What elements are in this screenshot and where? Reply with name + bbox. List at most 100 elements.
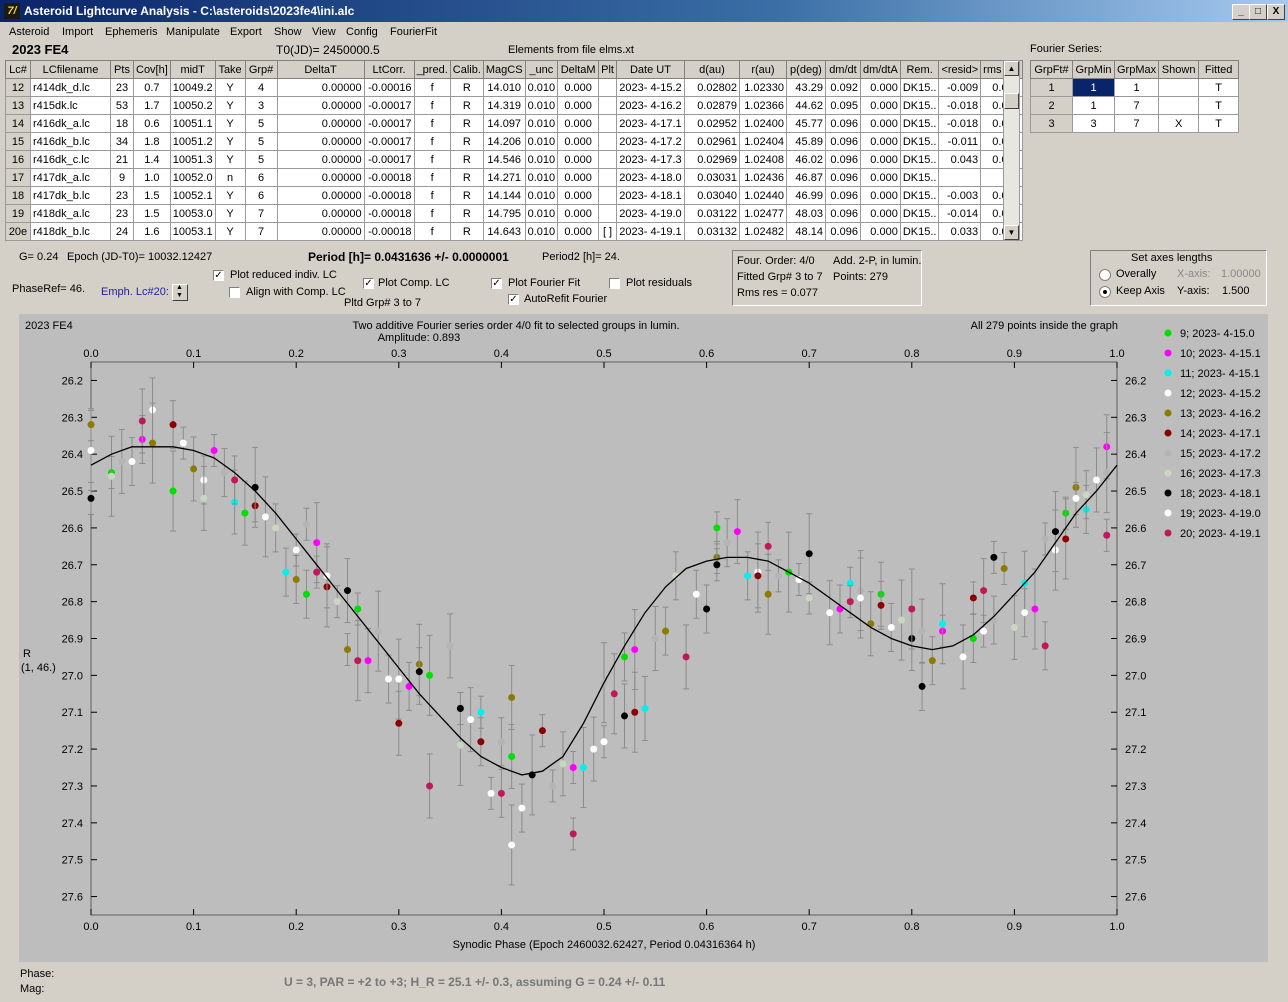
data-point[interactable] <box>733 528 741 536</box>
table-cell[interactable]: 14.206 <box>482 132 526 151</box>
table-cell[interactable]: 0.000 <box>859 222 901 241</box>
data-point[interactable] <box>990 616 998 624</box>
column-header[interactable]: Shown <box>1158 60 1200 79</box>
column-header[interactable]: d(au) <box>683 60 740 79</box>
table-cell[interactable]: r416dk_b.lc <box>30 132 111 151</box>
table-cell[interactable]: T <box>1198 114 1240 133</box>
table-cell[interactable]: f <box>413 132 451 151</box>
data-point[interactable] <box>980 587 988 595</box>
scroll-up-icon[interactable]: ▲ <box>1004 61 1019 76</box>
table-cell[interactable]: f <box>413 204 451 223</box>
data-point[interactable] <box>292 546 300 554</box>
plot-comp-checkbox[interactable]: ✓ <box>363 278 374 289</box>
table-cell[interactable]: 1.5 <box>133 204 171 223</box>
column-header[interactable]: _unc <box>524 60 559 79</box>
data-point[interactable] <box>87 421 95 429</box>
table-cell[interactable]: 10052.1 <box>169 186 216 205</box>
row-header[interactable]: 16 <box>5 150 31 169</box>
lightcurve-row[interactable]: 18 r417dk_b.lc 23 1.5 10052.1 Y 6 0.00000 -0.000… <box>5 186 1023 205</box>
table-cell[interactable]: 0.096 <box>824 204 861 223</box>
data-point[interactable] <box>774 572 782 580</box>
data-point[interactable] <box>426 671 434 679</box>
table-cell[interactable]: 43.29 <box>785 78 826 97</box>
data-point[interactable] <box>898 616 906 624</box>
data-point[interactable] <box>887 623 895 631</box>
lightcurve-row[interactable]: 15 r416dk_b.lc 34 1.8 10051.2 Y 5 0.00000 -0.000… <box>5 132 1023 151</box>
data-point[interactable] <box>210 446 218 454</box>
table-cell[interactable]: 10051.2 <box>169 132 216 151</box>
column-header[interactable]: Pts <box>110 60 134 79</box>
table-cell[interactable]: -0.00017 <box>363 150 415 169</box>
table-cell[interactable]: -0.009 <box>938 78 982 97</box>
lightcurve-table[interactable]: Lc# LCfilename Pts Cov[h] midT Take Grp# DeltaT… <box>5 60 1023 241</box>
keep-axis-radio[interactable] <box>1099 286 1111 298</box>
fourier-row[interactable]: 111T <box>1030 78 1240 97</box>
table-cell[interactable]: 24 <box>110 222 134 241</box>
table-cell[interactable]: -0.018 <box>938 96 982 115</box>
data-point[interactable] <box>333 598 341 606</box>
data-point[interactable] <box>764 542 772 550</box>
table-cell[interactable]: 0.00000 <box>276 132 365 151</box>
table-cell[interactable]: 3 <box>244 96 278 115</box>
data-point[interactable] <box>200 494 208 502</box>
lightcurve-row[interactable]: 19 r418dk_a.lc 23 1.5 10053.0 Y 7 0.00000 -0.000… <box>5 204 1023 223</box>
table-cell[interactable]: X <box>1158 114 1200 133</box>
table-cell[interactable]: 0.000 <box>557 204 600 223</box>
table-cell[interactable]: DK15.. <box>899 150 940 169</box>
data-point[interactable] <box>908 605 916 613</box>
table-cell[interactable]: 44.62 <box>785 96 826 115</box>
lightcurve-row[interactable]: 13 r415dk.lc 53 1.7 10050.2 Y 3 0.00000 -0.00017… <box>5 96 1023 115</box>
table-cell[interactable]: 1 <box>1113 78 1160 97</box>
data-point[interactable] <box>467 716 475 724</box>
menu-view[interactable]: View <box>312 26 336 38</box>
data-point[interactable] <box>385 675 393 683</box>
data-point[interactable] <box>610 690 618 698</box>
table-cell[interactable]: 9 <box>110 168 134 187</box>
data-point[interactable] <box>918 627 926 635</box>
menu-manipulate[interactable]: Manipulate <box>166 26 220 38</box>
table-cell[interactable]: 2023- 4-17.2 <box>615 132 685 151</box>
table-cell[interactable]: 0.000 <box>859 132 901 151</box>
data-point[interactable] <box>918 682 926 690</box>
column-header[interactable]: Grp# <box>244 60 278 79</box>
column-header[interactable]: Cov[h] <box>133 60 171 79</box>
table-cell[interactable]: 1.02477 <box>738 204 787 223</box>
table-cell[interactable]: 10051.1 <box>169 114 216 133</box>
table-cell[interactable]: r418dk_a.lc <box>30 204 111 223</box>
data-point[interactable] <box>302 520 310 528</box>
table-cell[interactable]: f <box>413 168 451 187</box>
data-point[interactable] <box>354 657 362 665</box>
table-cell[interactable]: 46.87 <box>785 168 826 187</box>
table-cell[interactable]: Y <box>214 96 246 115</box>
data-point[interactable] <box>959 653 967 661</box>
table-cell[interactable]: 0.00000 <box>276 186 365 205</box>
data-point[interactable] <box>1072 494 1080 502</box>
table-cell[interactable]: 0.02961 <box>683 132 740 151</box>
data-point[interactable] <box>508 752 516 760</box>
table-cell[interactable]: 0.010 <box>524 204 559 223</box>
data-point[interactable] <box>826 609 834 617</box>
table-cell[interactable]: DK15.. <box>899 132 940 151</box>
align-comp-checkbox[interactable] <box>229 287 240 298</box>
table-cell[interactable]: 14.643 <box>482 222 526 241</box>
table-cell[interactable]: 0.000 <box>557 150 600 169</box>
data-point[interactable] <box>846 598 854 606</box>
table-cell[interactable]: Y <box>214 150 246 169</box>
spin-up-icon[interactable]: ▲ <box>176 284 183 291</box>
table-cell[interactable]: 0.00000 <box>276 204 365 223</box>
table-cell[interactable]: 53 <box>110 96 134 115</box>
table-cell[interactable]: 0.000 <box>859 168 901 187</box>
table-cell[interactable]: 14.144 <box>482 186 526 205</box>
data-point[interactable] <box>713 524 721 532</box>
column-header[interactable]: Fitted <box>1198 60 1240 79</box>
fourier-row[interactable]: 337XT <box>1030 114 1240 133</box>
column-header[interactable]: Lc# <box>5 60 31 79</box>
table-cell[interactable]: R <box>449 186 484 205</box>
table-cell[interactable]: R <box>449 168 484 187</box>
row-header[interactable]: 2 <box>1030 96 1073 115</box>
table-cell[interactable]: 23 <box>110 204 134 223</box>
table-cell[interactable]: 0.000 <box>557 222 600 241</box>
table-cell[interactable]: 0.03031 <box>683 168 740 187</box>
table-cell[interactable]: r417dk_a.lc <box>30 168 111 187</box>
data-point[interactable] <box>446 642 454 650</box>
